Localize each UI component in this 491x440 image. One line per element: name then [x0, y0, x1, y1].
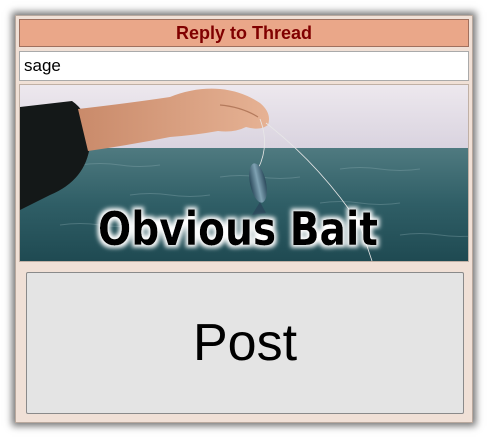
bait-image-illustration: Obvious Bait	[20, 85, 468, 261]
name-field[interactable]	[19, 51, 469, 81]
post-button[interactable]: Post	[26, 272, 464, 414]
bait-image: Obvious Bait	[19, 84, 469, 262]
image-caption: Obvious Bait	[98, 202, 378, 256]
reply-dialog: Reply to Thread sage Obvious Bait Post	[15, 15, 473, 423]
dialog-title[interactable]: Reply to Thread	[19, 19, 469, 47]
